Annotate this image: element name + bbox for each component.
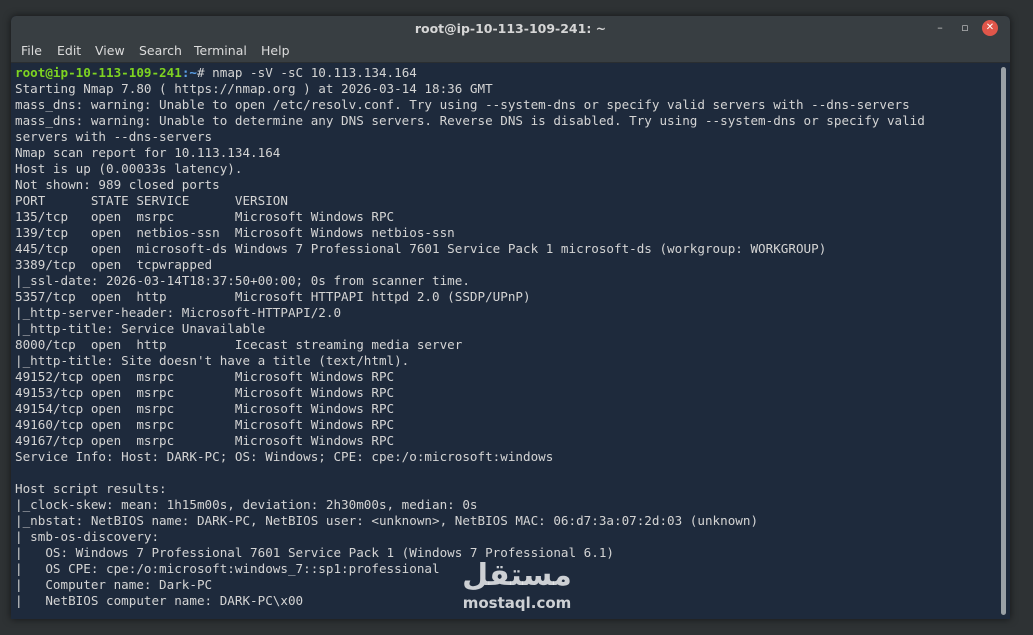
output-line: Service Info: Host: DARK-PC; OS: Windows…: [15, 449, 554, 464]
output-line: 3389/tcp open tcpwrapped: [15, 257, 213, 272]
output-line: mass_dns: warning: Unable to determine a…: [15, 113, 925, 128]
output-line: | OS CPE: cpe:/o:microsoft:windows_7::sp…: [15, 561, 440, 576]
vertical-scrollbar[interactable]: [997, 63, 1010, 619]
menu-help[interactable]: Help: [261, 43, 290, 58]
output-line: | NetBIOS computer name: DARK-PC\x00: [15, 593, 304, 608]
watermark-text: mostaql.com: [462, 594, 572, 612]
title-bar[interactable]: root@ip-10-113-109-241: ~ – ▫ ✕: [11, 16, 1010, 40]
output-line: 139/tcp open netbios-ssn Microsoft Windo…: [15, 225, 455, 240]
output-line: Starting Nmap 7.80 ( https://nmap.org ) …: [15, 81, 493, 96]
output-line: 5357/tcp open http Microsoft HTTPAPI htt…: [15, 289, 531, 304]
output-line: |_clock-skew: mean: 1h15m00s, deviation:…: [15, 497, 478, 512]
output-line: 49153/tcp open msrpc Microsoft Windows R…: [15, 385, 395, 400]
output-line: Host script results:: [15, 481, 167, 496]
desktop-background: root@ip-10-113-109-241: ~ – ▫ ✕ File Edi…: [0, 0, 1033, 635]
command-line: root@ip-10-113-109-241:~# nmap -sV -sC 1…: [15, 65, 417, 81]
output-line: |_ssl-date: 2026-03-14T18:37:50+00:00; 0…: [15, 273, 470, 288]
terminal-window[interactable]: root@ip-10-113-109-241: ~ – ▫ ✕ File Edi…: [11, 16, 1010, 619]
output-line: 49167/tcp open msrpc Microsoft Windows R…: [15, 433, 395, 448]
output-line: |_http-title: Service Unavailable: [15, 321, 266, 336]
output-line: servers with --dns-servers: [15, 129, 213, 144]
menu-edit[interactable]: Edit: [57, 43, 81, 58]
minimize-button[interactable]: –: [932, 20, 948, 36]
close-button[interactable]: ✕: [982, 20, 998, 36]
output-line: 445/tcp open microsoft-ds Windows 7 Prof…: [15, 241, 827, 256]
prompt-path: :~: [181, 65, 197, 80]
menu-view[interactable]: View: [95, 43, 125, 58]
terminal-output-area[interactable]: root@ip-10-113-109-241:~# nmap -sV -sC 1…: [11, 63, 996, 619]
menu-file[interactable]: File: [21, 43, 42, 58]
command-text: # nmap -sV -sC 10.113.134.164: [196, 65, 417, 80]
menu-terminal[interactable]: Terminal: [194, 43, 247, 58]
output-line: Host is up (0.00033s latency).: [15, 161, 243, 176]
output-line: Not shown: 989 closed ports: [15, 177, 220, 192]
output-line: 49152/tcp open msrpc Microsoft Windows R…: [15, 369, 395, 384]
output-line: 49160/tcp open msrpc Microsoft Windows R…: [15, 417, 395, 432]
output-line: 135/tcp open msrpc Microsoft Windows RPC: [15, 209, 395, 224]
watermark-logo: مستقل: [462, 558, 572, 593]
prompt-user-host: root@ip-10-113-109-241: [15, 65, 182, 80]
output-line: Nmap scan report for 10.113.134.164: [15, 145, 281, 160]
output-line: |_http-server-header: Microsoft-HTTPAPI/…: [15, 305, 342, 320]
output-line: |_http-title: Site doesn't have a title …: [15, 353, 410, 368]
output-line: mass_dns: warning: Unable to open /etc/r…: [15, 97, 910, 112]
mostaql-watermark: مستقل mostaql.com: [447, 558, 587, 620]
menu-bar: File Edit View Search Terminal Help: [11, 40, 1010, 63]
output-line: PORT STATE SERVICE VERSION: [15, 193, 288, 208]
output-line: |_nbstat: NetBIOS name: DARK-PC, NetBIOS…: [15, 513, 759, 528]
output-line: 49154/tcp open msrpc Microsoft Windows R…: [15, 401, 395, 416]
output-line: 8000/tcp open http Icecast streaming med…: [15, 337, 463, 352]
output-line: | smb-os-discovery:: [15, 529, 160, 544]
menu-search[interactable]: Search: [139, 43, 182, 58]
scrollbar-thumb[interactable]: [1001, 67, 1006, 615]
output-line: | Computer name: Dark-PC: [15, 577, 213, 592]
window-title: root@ip-10-113-109-241: ~: [414, 21, 607, 36]
maximize-button[interactable]: ▫: [957, 20, 973, 36]
